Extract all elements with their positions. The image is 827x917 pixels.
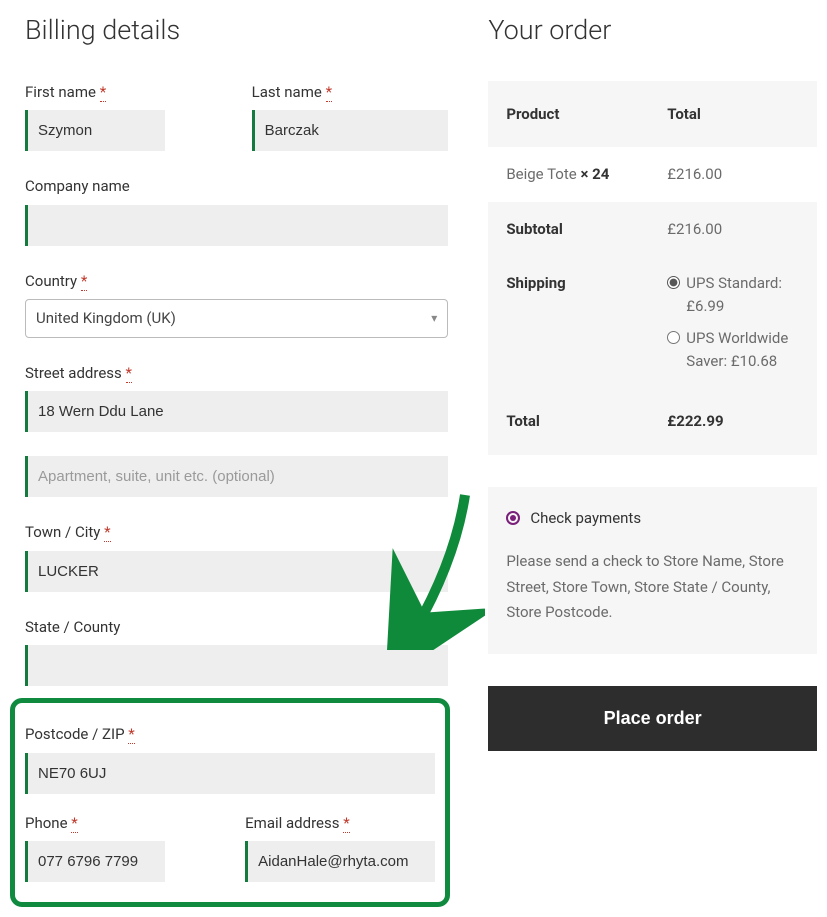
subtotal-row: Subtotal £216.00 [488,202,817,257]
billing-title: Billing details [25,10,448,51]
required-mark: * [104,523,110,542]
shipping-radio-worldwide[interactable] [667,331,680,344]
state-input[interactable] [25,645,448,686]
country-field: Country * United Kingdom (UK) ▾ [25,270,448,338]
company-label: Company name [25,175,448,198]
email-field: Email address * [245,812,435,883]
street-field: Street address * [25,362,448,433]
shipping-option-worldwide[interactable]: UPS Worldwide Saver: £10.68 [667,327,799,372]
street-label: Street address * [25,362,448,385]
payment-section: Check payments Please send a check to St… [488,487,817,654]
place-order-button[interactable]: Place order [488,686,817,751]
required-mark: * [126,364,132,383]
annotation-arrow-icon [385,490,485,650]
total-value: £222.99 [667,410,799,433]
required-mark: * [81,272,87,291]
first-name-label: First name * [25,81,222,104]
phone-input[interactable] [25,841,165,882]
payment-method-label: Check payments [530,507,641,530]
country-selected-value: United Kingdom (UK) [36,307,176,330]
col-product: Product [506,103,667,126]
required-mark: * [71,814,77,833]
first-name-field: First name * [25,81,222,152]
required-mark: * [326,83,332,102]
shipping-option-standard[interactable]: UPS Standard: £6.99 [667,272,799,317]
item-total: £216.00 [667,163,799,186]
col-total: Total [667,103,799,126]
postcode-input[interactable] [25,753,435,794]
first-name-input[interactable] [25,110,165,151]
item-qty: × 24 [580,165,609,183]
shipping-radio-standard[interactable] [667,276,680,289]
subtotal-value: £216.00 [667,218,799,241]
last-name-label: Last name * [252,81,449,104]
street1-input[interactable] [25,391,448,432]
country-select[interactable]: United Kingdom (UK) ▾ [25,299,448,338]
required-mark: * [128,725,134,744]
required-mark: * [343,814,349,833]
order-table-header: Product Total [488,81,817,148]
radio-selected-icon [506,511,520,525]
highlighted-section: Postcode / ZIP * Phone * Email address [10,698,450,907]
payment-description: Please send a check to Store Name, Store… [506,549,799,626]
company-input[interactable] [25,205,448,246]
order-line-item: Beige Tote × 24 £216.00 [488,147,817,202]
phone-field: Phone * [25,812,215,883]
order-section: Your order Product Total Beige Tote × 24… [488,10,817,751]
chevron-down-icon: ▾ [431,309,437,327]
order-table: Product Total Beige Tote × 24 £216.00 Su… [488,81,817,455]
email-label: Email address * [245,812,435,835]
item-name-cell: Beige Tote × 24 [506,163,667,186]
postcode-label: Postcode / ZIP * [25,723,435,746]
total-label: Total [506,410,667,433]
payment-method[interactable]: Check payments [506,507,799,530]
billing-section: Billing details First name * Last name *… [10,10,448,907]
shipping-label: Shipping [506,272,667,372]
company-field: Company name [25,175,448,246]
last-name-input[interactable] [252,110,449,151]
phone-label: Phone * [25,812,215,835]
email-input[interactable] [245,841,435,882]
postcode-field: Postcode / ZIP * [25,723,435,794]
shipping-row: Shipping UPS Standard: £6.99 UPS Worldwi… [488,256,817,388]
total-row: Total £222.99 [488,388,817,455]
country-label: Country * [25,270,448,293]
order-title: Your order [488,10,817,51]
required-mark: * [100,83,106,102]
last-name-field: Last name * [252,81,449,152]
